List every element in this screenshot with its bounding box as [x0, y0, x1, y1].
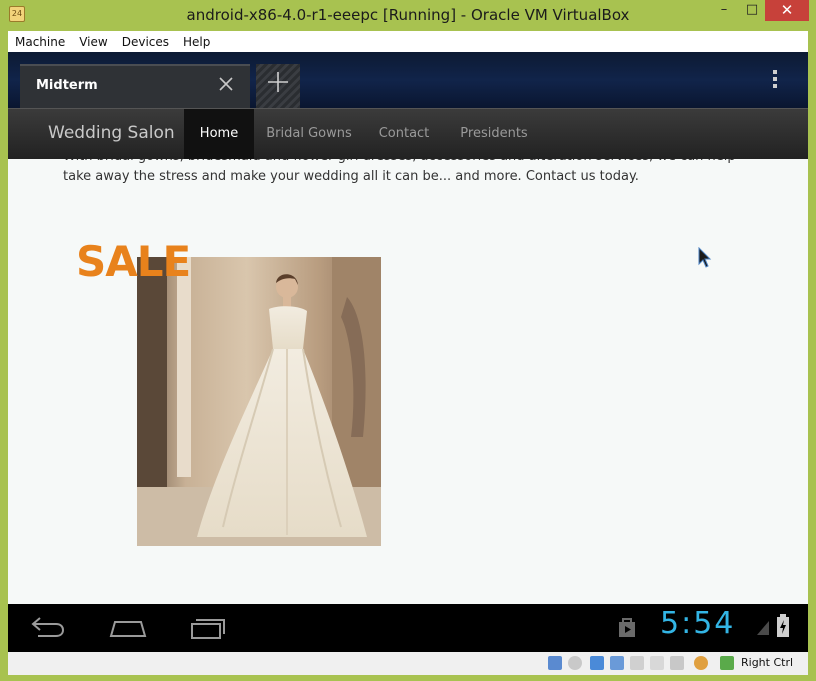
menu-help[interactable]: Help	[176, 32, 217, 52]
browser-tab[interactable]: Midterm	[20, 64, 250, 108]
window-title: android-x86-4.0-r1-eeepc [Running] - Ora…	[186, 6, 630, 24]
back-icon[interactable]	[30, 614, 66, 644]
minimize-button[interactable]: –	[709, 0, 739, 21]
menu-machine[interactable]: Machine	[8, 32, 72, 52]
host-key-icon[interactable]	[720, 656, 734, 670]
video-capture-icon[interactable]	[670, 656, 684, 670]
browser-tab-strip: Midterm	[8, 52, 808, 108]
mouse-integration-icon[interactable]	[694, 656, 708, 670]
title-bar: 24 android-x86-4.0-r1-eeepc [Running] - …	[0, 0, 816, 31]
menu-devices[interactable]: Devices	[115, 32, 176, 52]
intro-text: With bridal gowns, bridesmaid and flower…	[63, 159, 736, 184]
close-button[interactable]: ✕	[765, 0, 809, 21]
nav-bridal-gowns[interactable]: Bridal Gowns	[254, 109, 364, 159]
shared-folders-icon[interactable]	[630, 656, 644, 670]
home-icon[interactable]	[108, 614, 148, 644]
vm-screen[interactable]: Midterm Wedding Salon Home Bridal Gowns …	[8, 52, 808, 652]
nav-contact[interactable]: Contact	[364, 109, 444, 159]
close-icon: ✕	[780, 1, 794, 19]
system-clock: 5:54	[660, 606, 736, 641]
new-tab-button[interactable]	[256, 64, 300, 108]
signal-icon	[756, 618, 770, 640]
android-nav-bar: 5:54	[8, 604, 808, 652]
shopping-bag-icon[interactable]	[616, 616, 638, 642]
close-icon[interactable]	[218, 72, 234, 100]
site-navbar: Wedding Salon Home Bridal Gowns Contact …	[8, 108, 808, 159]
nav-presidents[interactable]: Presidents	[444, 109, 544, 159]
wedding-dress-image[interactable]	[137, 257, 381, 546]
recent-apps-icon[interactable]	[188, 614, 228, 644]
hard-disk-icon[interactable]	[548, 656, 562, 670]
overflow-menu-icon[interactable]	[768, 68, 782, 92]
maximize-icon: □	[745, 2, 759, 17]
vbox-status-bar: Right Ctrl	[8, 652, 808, 675]
page-content: With bridal gowns, bridesmaid and flower…	[8, 159, 808, 604]
site-brand[interactable]: Wedding Salon	[48, 123, 175, 143]
tab-title: Midterm	[36, 78, 98, 93]
nav-home[interactable]: Home	[184, 109, 254, 159]
host-key-label: Right Ctrl	[741, 656, 794, 669]
usb-icon[interactable]	[590, 656, 604, 670]
menu-bar: Machine View Devices Help	[8, 31, 808, 52]
sale-label: SALE	[76, 237, 191, 286]
virtualbox-window: 24 android-x86-4.0-r1-eeepc [Running] - …	[0, 0, 816, 681]
plus-icon	[266, 67, 290, 103]
menu-view[interactable]: View	[72, 32, 114, 52]
display-icon[interactable]	[650, 656, 664, 670]
maximize-button[interactable]: □	[737, 0, 767, 21]
minimize-icon: –	[720, 2, 728, 17]
network-icon[interactable]	[610, 656, 624, 670]
battery-icon	[776, 614, 790, 642]
optical-drive-icon[interactable]	[568, 656, 582, 670]
mouse-cursor-icon	[698, 246, 712, 273]
